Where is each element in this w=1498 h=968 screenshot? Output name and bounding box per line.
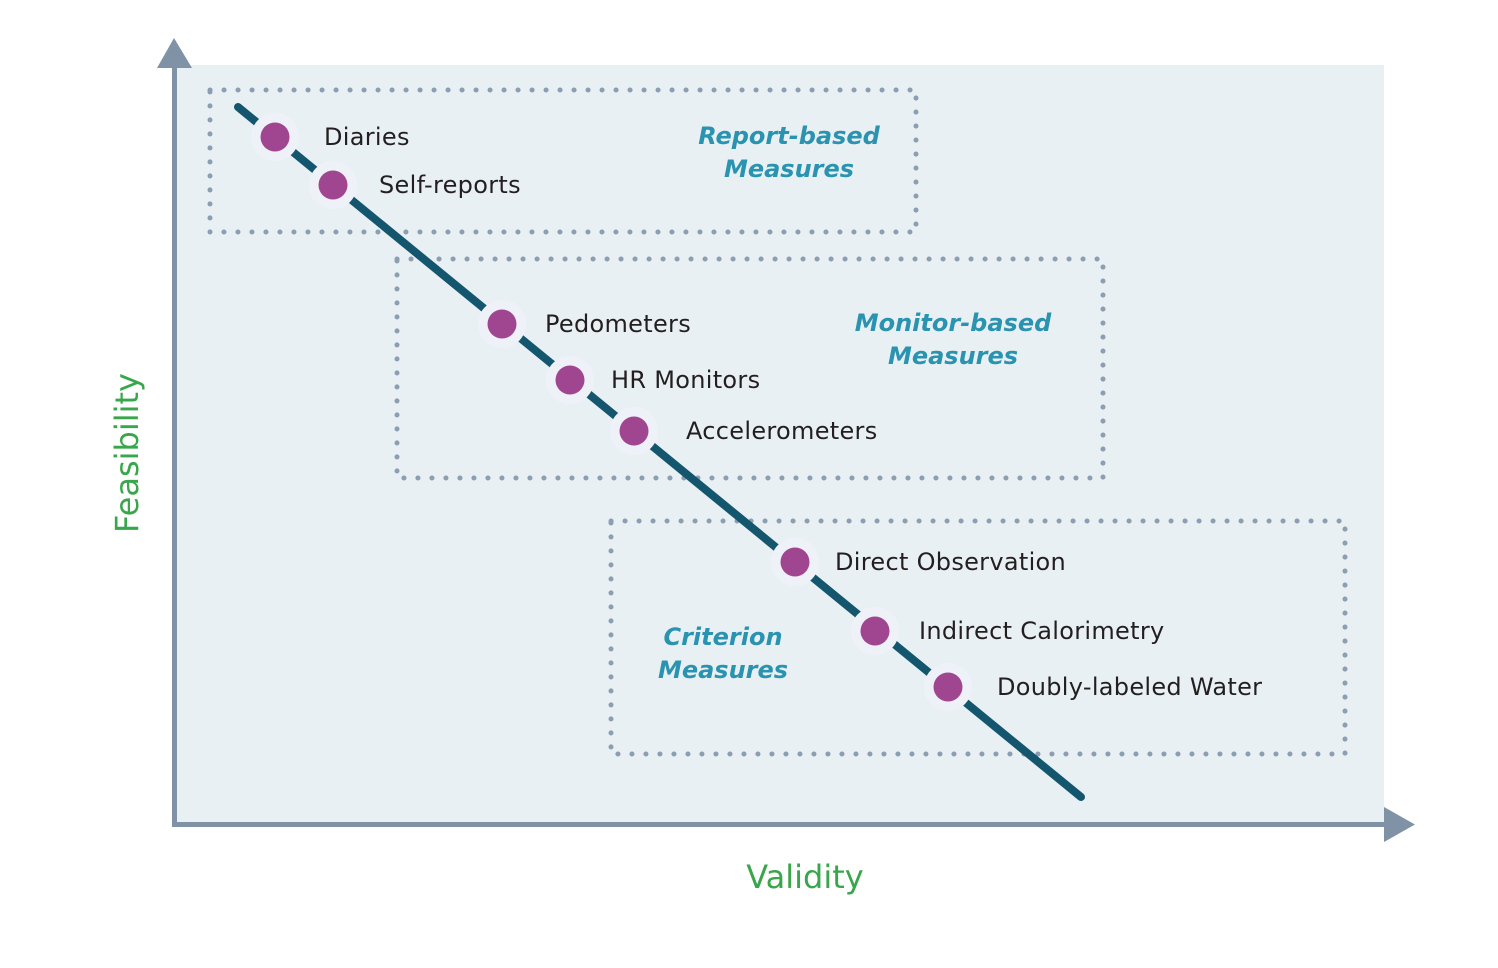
- point-label: Accelerometers: [686, 417, 878, 445]
- group-label-line: Measures: [888, 342, 1018, 370]
- point-marker: [487, 309, 517, 339]
- group-label-line: Monitor-based: [855, 309, 1052, 337]
- point-label: HR Monitors: [611, 366, 760, 394]
- point-marker: [860, 616, 890, 646]
- feasibility-validity-diagram: Diaries Self-reports Pedometers HR Monitors…: [108, 38, 1415, 896]
- group-label-line: Measures: [724, 155, 854, 183]
- point-marker: [555, 365, 585, 395]
- group-label-line: Measures: [658, 656, 788, 684]
- point-marker: [933, 672, 963, 702]
- point-marker: [780, 547, 810, 577]
- point-label: Indirect Calorimetry: [919, 617, 1165, 645]
- point-label: Doubly-labeled Water: [997, 673, 1262, 701]
- point-label: Diaries: [324, 123, 410, 151]
- point-marker: [318, 170, 348, 200]
- group-label-line: Criterion: [663, 623, 782, 651]
- y-axis-label: Feasibility: [108, 373, 146, 533]
- group-label-line: Report-based: [698, 122, 880, 150]
- point-label: Direct Observation: [835, 548, 1066, 576]
- x-axis-arrow-icon: [1384, 807, 1415, 842]
- point-label: Self-reports: [379, 171, 521, 199]
- point-marker: [260, 122, 290, 152]
- x-axis-label: Validity: [746, 858, 863, 896]
- y-axis-arrow-icon: [157, 38, 192, 68]
- point-marker: [619, 416, 649, 446]
- point-label: Pedometers: [545, 310, 691, 338]
